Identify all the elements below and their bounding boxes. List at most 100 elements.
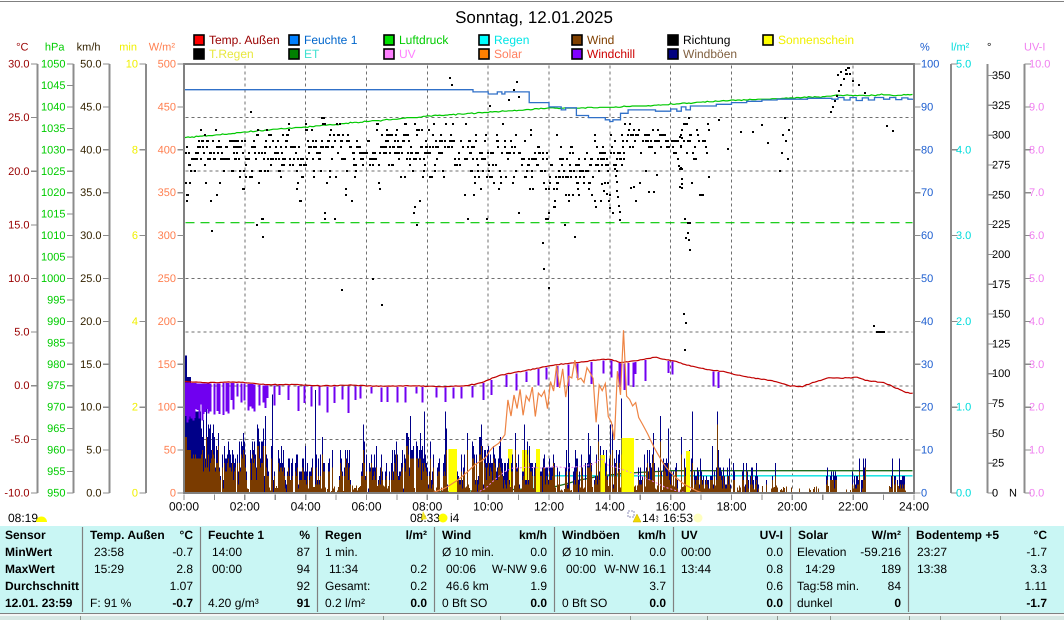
svg-text:46.6 km: 46.6 km (446, 579, 489, 593)
svg-text:00:00: 00:00 (212, 562, 242, 576)
svg-text:0.0: 0.0 (649, 545, 666, 559)
svg-text:1050: 1050 (41, 59, 65, 71)
svg-text:km/h: km/h (638, 528, 666, 542)
svg-text:6: 6 (132, 230, 138, 242)
svg-text:400: 400 (158, 144, 176, 156)
svg-text:23:27: 23:27 (917, 545, 947, 559)
svg-text:15:29: 15:29 (94, 562, 124, 576)
svg-text:1 min.: 1 min. (325, 545, 358, 559)
svg-text:250: 250 (158, 273, 176, 285)
svg-text:N: N (1009, 488, 1017, 500)
svg-text:14:29: 14:29 (805, 562, 835, 576)
svg-text:Temp. Außen: Temp. Außen (90, 528, 165, 542)
svg-text:975: 975 (47, 380, 65, 392)
svg-text:23:58: 23:58 (94, 545, 124, 559)
svg-text:0 Bft SO: 0 Bft SO (562, 596, 607, 610)
svg-text:Sonnenschein: Sonnenschein (778, 33, 854, 47)
svg-text:960: 960 (47, 445, 65, 457)
svg-text:2.0: 2.0 (1029, 402, 1044, 414)
svg-text:125: 125 (992, 338, 1010, 350)
svg-text:10: 10 (921, 445, 933, 457)
svg-text:4.20 g/m³: 4.20 g/m³ (208, 596, 259, 610)
svg-text:87: 87 (297, 545, 311, 559)
svg-text:980: 980 (47, 359, 65, 371)
svg-text:20:00: 20:00 (777, 500, 807, 514)
svg-text:50: 50 (992, 428, 1004, 440)
svg-text:0.2: 0.2 (410, 562, 427, 576)
svg-text:08:19: 08:19 (8, 511, 38, 525)
svg-text:20.0: 20.0 (80, 316, 101, 328)
svg-text:3.0: 3.0 (1029, 359, 1044, 371)
svg-text:0.2: 0.2 (410, 579, 427, 593)
svg-text:11:34: 11:34 (329, 562, 358, 576)
svg-text:0.6: 0.6 (766, 579, 783, 593)
svg-text:Sonntag, 12.01.2025: Sonntag, 12.01.2025 (455, 8, 613, 27)
svg-text:Gesamt:: Gesamt: (325, 579, 370, 593)
svg-text:06:00: 06:00 (351, 500, 381, 514)
svg-text:1000: 1000 (41, 273, 65, 285)
svg-text:10:00: 10:00 (473, 500, 503, 514)
svg-text:15.0: 15.0 (80, 359, 101, 371)
svg-text:14:00: 14:00 (595, 500, 625, 514)
svg-text:10.0: 10.0 (1029, 59, 1050, 71)
svg-text:0: 0 (992, 488, 998, 500)
svg-text:i4: i4 (450, 511, 460, 525)
svg-text:MinWert: MinWert (5, 545, 52, 559)
svg-text:‹: ‹ (656, 513, 659, 523)
svg-text:0.0: 0.0 (649, 596, 666, 610)
svg-text:00:00: 00:00 (169, 500, 199, 514)
svg-text:100: 100 (158, 402, 176, 414)
svg-text:-1.7: -1.7 (1026, 545, 1047, 559)
svg-text:1.0: 1.0 (1029, 445, 1044, 457)
svg-text:8: 8 (132, 144, 138, 156)
svg-text:0.0: 0.0 (530, 596, 547, 610)
svg-text:91: 91 (297, 596, 311, 610)
svg-text:965: 965 (47, 423, 65, 435)
svg-text:0: 0 (894, 596, 901, 610)
svg-text:%: % (920, 42, 930, 54)
svg-text:2: 2 (132, 402, 138, 414)
svg-text:8.0: 8.0 (1029, 144, 1044, 156)
svg-text:50.0: 50.0 (80, 59, 101, 71)
svg-text:0.8: 0.8 (766, 562, 783, 576)
svg-text:24:00: 24:00 (899, 500, 929, 514)
svg-text:4.0: 4.0 (1029, 316, 1044, 328)
svg-text:150: 150 (992, 309, 1010, 321)
svg-text:20.0: 20.0 (8, 166, 29, 178)
svg-text:200: 200 (158, 316, 176, 328)
svg-text:W-NW 9.6: W-NW 9.6 (492, 562, 547, 576)
svg-text:-0.7: -0.7 (172, 545, 193, 559)
svg-text:13:44: 13:44 (681, 562, 711, 576)
svg-text:4: 4 (132, 316, 138, 328)
svg-text:Wind: Wind (587, 33, 614, 47)
svg-text:500: 500 (158, 59, 176, 71)
svg-text:10: 10 (126, 59, 138, 71)
svg-text:0.0: 0.0 (86, 488, 101, 500)
svg-text:km/h: km/h (77, 42, 101, 54)
svg-text:0.2 l/m²: 0.2 l/m² (325, 596, 365, 610)
svg-text:450: 450 (158, 101, 176, 113)
svg-text:UV-I: UV-I (1024, 42, 1045, 54)
svg-text:40.0: 40.0 (80, 144, 101, 156)
svg-text:200: 200 (992, 249, 1010, 261)
svg-text:2.0: 2.0 (956, 316, 971, 328)
svg-text:1.9: 1.9 (530, 579, 547, 593)
svg-text:950: 950 (47, 488, 65, 500)
svg-text:W/m²: W/m² (872, 528, 901, 542)
svg-text:04:00: 04:00 (291, 500, 321, 514)
svg-text:0.0: 0.0 (14, 380, 29, 392)
svg-text:Windböen: Windböen (683, 47, 737, 61)
svg-text:Sensor: Sensor (5, 528, 46, 542)
svg-text:km/h: km/h (519, 528, 547, 542)
svg-text:Windböen: Windböen (562, 528, 620, 542)
svg-text:5.0: 5.0 (14, 327, 29, 339)
svg-text:16:53: 16:53 (663, 511, 693, 525)
svg-text:UV: UV (681, 528, 698, 542)
svg-text:300: 300 (158, 230, 176, 242)
svg-text:Solar: Solar (798, 528, 828, 542)
svg-text:Tag:58 min.: Tag:58 min. (797, 579, 859, 593)
svg-text:275: 275 (992, 160, 1010, 172)
svg-text:40: 40 (921, 316, 933, 328)
svg-text:2.8: 2.8 (176, 562, 193, 576)
svg-text:15.0: 15.0 (8, 219, 29, 231)
